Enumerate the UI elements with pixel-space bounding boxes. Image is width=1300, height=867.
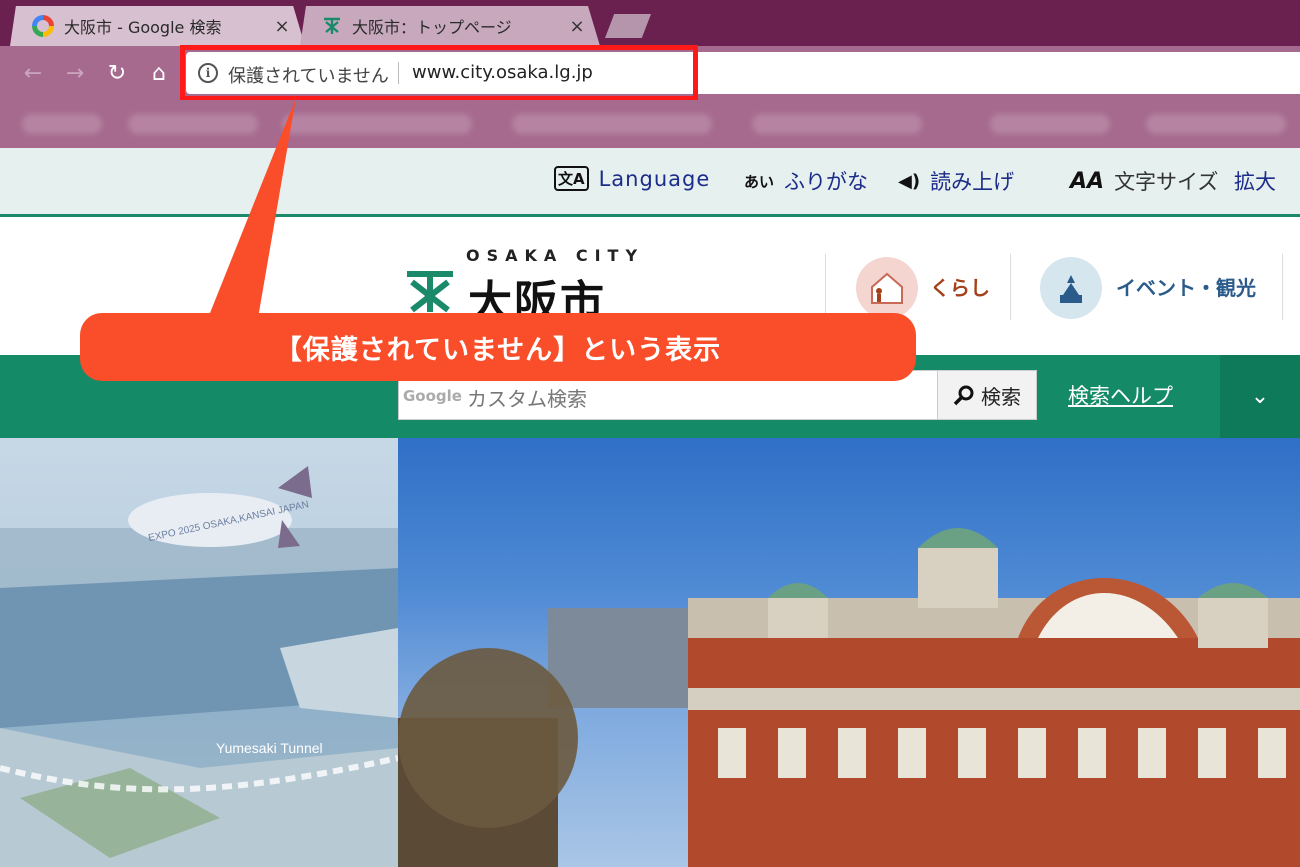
divider (1282, 254, 1283, 320)
highlight-box (180, 45, 698, 101)
bookmark-item[interactable] (128, 114, 258, 134)
divider (1010, 254, 1011, 320)
home-button[interactable]: ⌂ (144, 58, 174, 88)
tunnel-caption: Yumesaki Tunnel (216, 740, 323, 756)
font-size-icon: AA (1070, 168, 1105, 194)
read-aloud-link[interactable]: ◀) 読み上げ (898, 166, 1014, 196)
bookmark-item[interactable] (1146, 114, 1286, 134)
search-icon (953, 385, 974, 406)
language-link[interactable]: 文A Language (554, 166, 710, 191)
category-living[interactable]: くらし (930, 272, 990, 301)
search-button[interactable]: 検索 (937, 370, 1037, 420)
enlarge-label: 拡大 (1234, 170, 1276, 194)
category-events[interactable]: イベント・観光 (1116, 272, 1256, 301)
furigana-link[interactable]: あい ふりがな (744, 166, 868, 196)
chevron-down-icon[interactable]: ⌄ (1220, 355, 1300, 438)
reload-button[interactable]: ↻ (102, 58, 132, 88)
hero-left-illustration: EXPO 2025 OSAKA,KANSAI JAPAN Yumesaki Tu… (0, 438, 399, 867)
font-size-label: 文字サイズ (1114, 170, 1219, 194)
forward-button[interactable]: → (60, 58, 90, 88)
osaka-city-icon (324, 17, 340, 34)
google-icon (32, 15, 54, 37)
osaka-city-logo-icon[interactable] (404, 270, 456, 314)
bookmark-item[interactable] (512, 114, 712, 134)
close-icon[interactable]: × (273, 16, 291, 37)
tab-osaka-top[interactable]: 大阪市：トップページ × (300, 6, 600, 46)
castle-icon[interactable] (1040, 257, 1102, 319)
language-label: Language (598, 166, 711, 191)
close-icon[interactable]: × (568, 16, 586, 37)
house-icon[interactable] (856, 257, 918, 319)
bookmark-item[interactable] (752, 114, 922, 134)
logo-english[interactable]: OSAKA CITY (466, 246, 644, 265)
bookmarks-bar (0, 100, 1300, 148)
read-aloud-label: 読み上げ (930, 170, 1015, 194)
search-help-link[interactable]: 検索ヘルプ (1068, 380, 1173, 410)
furigana-icon: あい (744, 172, 775, 191)
bookmark-item[interactable] (990, 114, 1110, 134)
tab-title: 大阪市 - Google 検索 (64, 18, 222, 37)
annotation-callout: 【保護されていません】という表示 (80, 313, 916, 381)
bookmark-item[interactable] (22, 114, 102, 134)
translate-icon: 文A (554, 166, 589, 191)
back-button[interactable]: ← (18, 58, 48, 88)
search-button-label: 検索 (981, 384, 1021, 409)
google-watermark: Google (403, 387, 462, 405)
bookmark-item[interactable] (282, 114, 472, 134)
hero-banner[interactable]: EXPO 2025 OSAKA,KANSAI JAPAN Yumesaki Tu… (0, 438, 1300, 867)
divider (825, 254, 826, 320)
furigana-label: ふりがな (784, 170, 869, 194)
speaker-icon: ◀) (898, 170, 921, 192)
tab-title: 大阪市：トップページ (352, 18, 512, 37)
font-size-control: AA 文字サイズ (1070, 166, 1218, 196)
tab-google-search[interactable]: 大阪市 - Google 検索 × (10, 6, 305, 46)
search-placeholder: カスタム検索 (467, 387, 587, 411)
hero-photo-hall (398, 438, 1300, 867)
enlarge-button[interactable]: 拡大 (1234, 166, 1276, 196)
